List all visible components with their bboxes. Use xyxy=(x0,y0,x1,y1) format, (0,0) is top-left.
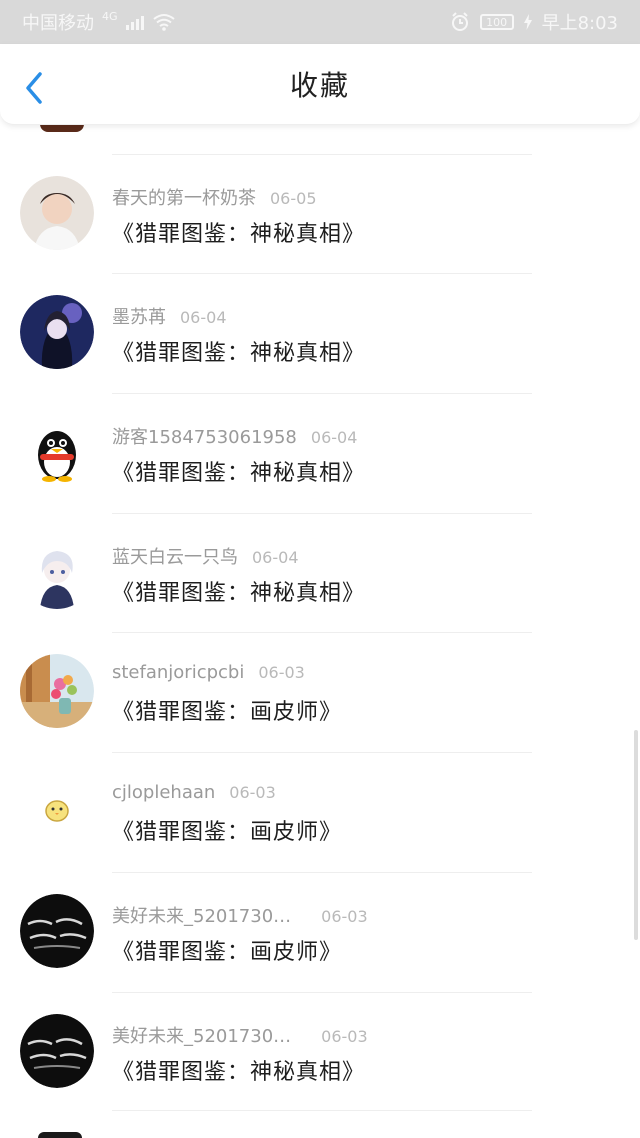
book-title[interactable]: 《猎罪图鉴：神秘真相》 xyxy=(112,216,365,248)
favorite-date: 06-04 xyxy=(310,428,358,447)
favorite-date: 06-05 xyxy=(270,189,317,208)
list-item[interactable]: 美好未来_5201730… 06-03 《猎罪图鉴：神秘真相》 xyxy=(0,992,640,1111)
user-name: 美好未来_5201730… xyxy=(112,906,292,927)
book-title[interactable]: 《猎罪图鉴：画皮师》 xyxy=(112,814,342,846)
avatar xyxy=(20,774,94,848)
avatar-partial xyxy=(38,1132,82,1138)
favorite-date: 06-03 xyxy=(258,663,305,682)
user-name: stefanjoricpcbi xyxy=(112,662,245,683)
signal-icon xyxy=(125,14,144,30)
avatar xyxy=(20,295,94,369)
favorite-date: 06-04 xyxy=(180,308,227,327)
user-name-line: 游客1584753061958 06-04 xyxy=(112,423,357,449)
status-bar: 中国移动 4G 100 早上8:03 xyxy=(0,0,640,44)
list-item[interactable]: 美好未来_5201730… 06-03 《猎罪图鉴：画皮师》 xyxy=(0,872,640,991)
user-name: cjloplehaan xyxy=(112,782,216,803)
book-title[interactable]: 《猎罪图鉴：画皮师》 xyxy=(112,694,342,726)
avatar xyxy=(20,176,94,250)
book-title[interactable]: 《猎罪图鉴：神秘真相》 xyxy=(112,575,365,607)
network-type: 4G xyxy=(102,9,118,23)
user-name-line: cjloplehaan 06-03 xyxy=(112,782,276,803)
scrollbar[interactable] xyxy=(634,730,638,940)
list-item[interactable]: 游客1584753061958 06-04 《猎罪图鉴：神秘真相》 xyxy=(0,393,640,512)
avatar xyxy=(20,415,94,489)
user-name-line: stefanjoricpcbi 06-03 xyxy=(112,662,305,683)
user-name: 美好未来_5201730… xyxy=(112,1026,292,1047)
back-button[interactable] xyxy=(22,71,48,105)
user-name-line: 美好未来_5201730… 06-03 xyxy=(112,1022,368,1048)
avatar xyxy=(20,1014,94,1088)
favorite-date: 06-03 xyxy=(229,783,276,802)
battery-level: 100 xyxy=(486,15,508,29)
user-name-line: 蓝天白云一只鸟 06-04 xyxy=(112,543,299,569)
avatar-partial xyxy=(40,124,84,132)
charging-icon xyxy=(523,14,532,30)
page-title: 收藏 xyxy=(289,69,350,102)
book-title[interactable]: 《猎罪图鉴：神秘真相》 xyxy=(112,455,365,487)
list-item[interactable]: cjloplehaan 06-03 《猎罪图鉴：画皮师》 xyxy=(0,752,640,871)
list-item[interactable]: 墨苏苒 06-04 《猎罪图鉴：神秘真相》 xyxy=(0,273,640,392)
user-name: 蓝天白云一只鸟 xyxy=(112,547,238,568)
favorite-date: 06-04 xyxy=(252,548,299,567)
chevron-left-icon xyxy=(26,72,42,104)
clock: 早上8:03 xyxy=(541,13,618,34)
user-name: 游客1584753061958 xyxy=(112,427,297,448)
wifi-icon xyxy=(152,14,175,31)
app-header: 收藏 xyxy=(0,44,640,125)
avatar xyxy=(20,654,94,728)
user-name-line: 墨苏苒 06-04 xyxy=(112,303,227,329)
avatar xyxy=(20,894,94,968)
list-item[interactable]: 蓝天白云一只鸟 06-04 《猎罪图鉴：神秘真相》 xyxy=(0,513,640,632)
battery-icon: 100 xyxy=(479,14,514,30)
avatar xyxy=(20,535,94,609)
user-name-line: 美好未来_5201730… 06-03 xyxy=(112,902,368,928)
book-title[interactable]: 《猎罪图鉴：神秘真相》 xyxy=(112,335,365,367)
user-name-line: 春天的第一杯奶茶 06-05 xyxy=(112,184,317,210)
book-title[interactable]: 《猎罪图鉴：画皮师》 xyxy=(112,934,342,966)
favorite-date: 06-03 xyxy=(321,1027,368,1046)
user-name: 墨苏苒 xyxy=(112,307,166,328)
list-item[interactable]: 春天的第一杯奶茶 06-05 《猎罪图鉴：神秘真相》 xyxy=(0,154,640,273)
favorite-date: 06-03 xyxy=(321,907,368,926)
user-name: 春天的第一杯奶茶 xyxy=(112,188,256,209)
carrier-name: 中国移动 xyxy=(22,13,94,34)
alarm-icon xyxy=(451,12,468,31)
list-item[interactable]: stefanjoricpcbi 06-03 《猎罪图鉴：画皮师》 xyxy=(0,632,640,751)
book-title[interactable]: 《猎罪图鉴：神秘真相》 xyxy=(112,1054,365,1086)
status-left: 中国移动 4G xyxy=(22,9,176,35)
status-right: 100 早上8:03 xyxy=(450,9,618,35)
